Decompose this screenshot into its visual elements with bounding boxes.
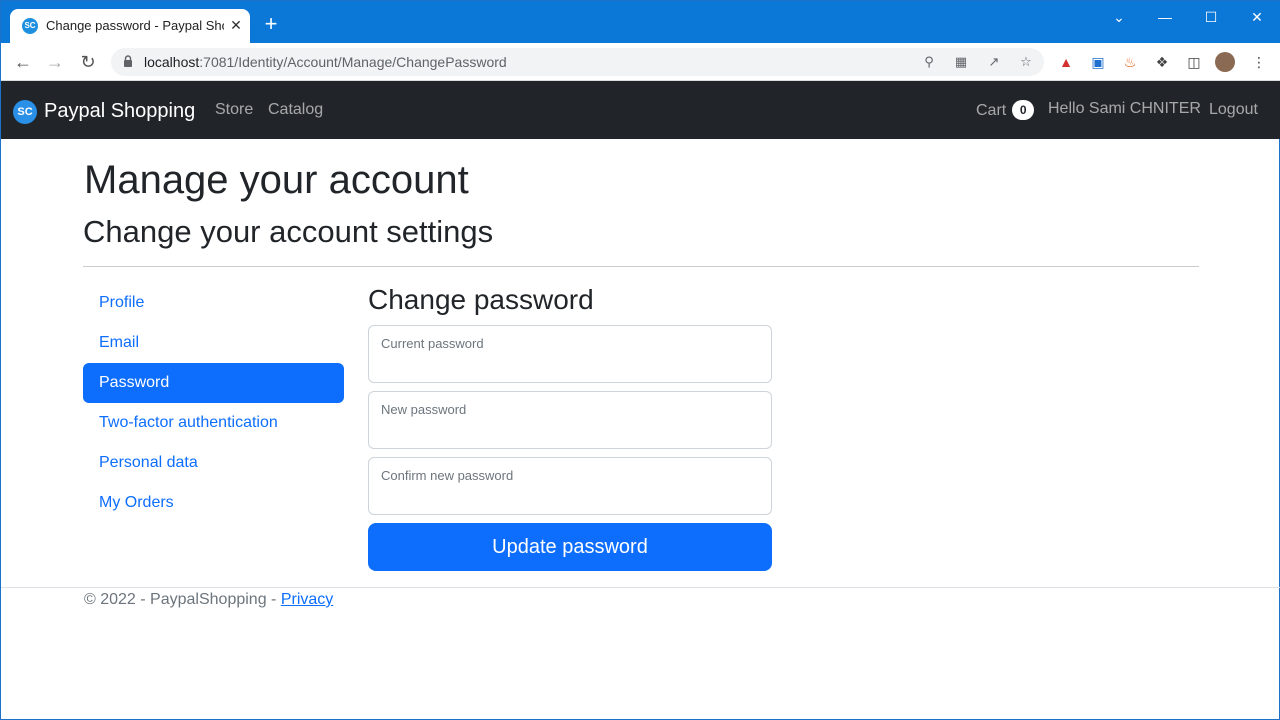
close-window-button[interactable]: ✕ xyxy=(1243,7,1271,27)
tab-favicon-icon: SC xyxy=(22,18,38,34)
manage-sidebar: Profile Email Password Two-factor authen… xyxy=(83,283,344,523)
new-password-field: New password xyxy=(368,391,772,449)
current-password-input[interactable] xyxy=(381,354,759,378)
back-arrow-icon[interactable]: ← xyxy=(11,51,35,73)
nav-logout[interactable]: Logout xyxy=(1209,101,1258,119)
nav-user-greeting[interactable]: Hello Sami CHNITER xyxy=(1048,100,1201,118)
app-navbar: SC Paypal Shopping Store Catalog Cart 0 H… xyxy=(1,81,1280,139)
nav-cart[interactable]: Cart 0 xyxy=(976,100,1035,120)
kebab-menu-icon[interactable]: ⋮ xyxy=(1249,51,1269,73)
sidebar-item-two-factor[interactable]: Two-factor authentication xyxy=(83,403,344,443)
sidebar-item-profile[interactable]: Profile xyxy=(83,283,344,323)
tab-title: Change password - Paypal Shopp xyxy=(46,18,224,33)
footer: © 2022 - PaypalShopping - Privacy xyxy=(84,591,333,609)
page-title: Manage your account xyxy=(84,158,469,202)
nav-catalog[interactable]: Catalog xyxy=(268,101,323,119)
bookmark-star-icon[interactable]: ☆ xyxy=(1016,52,1036,72)
update-password-button[interactable]: Update password xyxy=(368,523,772,571)
footer-divider xyxy=(1,587,1280,588)
new-tab-button[interactable]: + xyxy=(261,13,281,35)
sidebar-item-personal-data[interactable]: Personal data xyxy=(83,443,344,483)
tab-close-icon[interactable]: ✕ xyxy=(228,16,244,34)
key-icon[interactable]: ⚲ xyxy=(919,52,939,72)
translate-icon[interactable]: ▦ xyxy=(951,52,971,72)
sidebar-item-my-orders[interactable]: My Orders xyxy=(83,483,344,523)
lock-icon xyxy=(124,55,132,67)
form-title: Change password xyxy=(368,284,594,315)
minimize-button[interactable]: — xyxy=(1151,7,1179,27)
nav-store[interactable]: Store xyxy=(215,101,253,119)
url-text: localhost:7081/Identity/Account/Manage/C… xyxy=(144,54,507,70)
current-password-label: Current password xyxy=(381,336,484,351)
reload-icon[interactable]: ↻ xyxy=(76,51,100,73)
side-panel-icon[interactable]: ◫ xyxy=(1184,51,1204,73)
page-subtitle: Change your account settings xyxy=(83,214,494,249)
confirm-password-input[interactable] xyxy=(381,486,759,510)
new-password-input[interactable] xyxy=(381,420,759,444)
cart-label: Cart xyxy=(976,102,1007,119)
forward-arrow-icon[interactable]: → xyxy=(43,51,67,73)
browser-toolbar: ← → ↻ localhost:7081/Identity/Account/Ma… xyxy=(1,43,1280,81)
extension-icon[interactable]: ▣ xyxy=(1088,51,1108,73)
angular-extension-icon[interactable]: ▲ xyxy=(1056,51,1076,73)
browser-tab[interactable]: SC Change password - Paypal Shopp ✕ xyxy=(10,9,250,43)
tab-search-icon[interactable]: ⌄ xyxy=(1105,7,1133,27)
sidebar-item-email[interactable]: Email xyxy=(83,323,344,363)
new-password-label: New password xyxy=(381,402,467,417)
maximize-button[interactable]: ☐ xyxy=(1197,7,1225,27)
address-bar[interactable]: localhost:7081/Identity/Account/Manage/C… xyxy=(111,48,1044,76)
share-icon[interactable]: ↗ xyxy=(984,52,1004,72)
browser-window: SC Change password - Paypal Shopp ✕ + ⌄ … xyxy=(0,0,1280,720)
extension-icon-2[interactable]: ♨ xyxy=(1120,51,1140,73)
puzzle-icon[interactable]: ❖ xyxy=(1152,51,1172,73)
privacy-link[interactable]: Privacy xyxy=(281,591,333,608)
browser-title-bar: SC Change password - Paypal Shopp ✕ + ⌄ … xyxy=(1,1,1280,43)
profile-avatar[interactable] xyxy=(1215,52,1235,72)
brand-link[interactable]: Paypal Shopping xyxy=(44,100,195,123)
current-password-field: Current password xyxy=(368,325,772,383)
cart-count-badge: 0 xyxy=(1012,100,1035,120)
brand-logo-icon[interactable]: SC xyxy=(13,100,37,124)
header-divider xyxy=(83,266,1199,267)
url-host: localhost xyxy=(144,54,200,70)
url-path: :7081/Identity/Account/Manage/ChangePass… xyxy=(199,54,507,70)
sidebar-item-password[interactable]: Password xyxy=(83,363,344,403)
footer-text: © 2022 - PaypalShopping - xyxy=(84,591,281,608)
confirm-password-label: Confirm new password xyxy=(381,468,514,483)
confirm-password-field: Confirm new password xyxy=(368,457,772,515)
